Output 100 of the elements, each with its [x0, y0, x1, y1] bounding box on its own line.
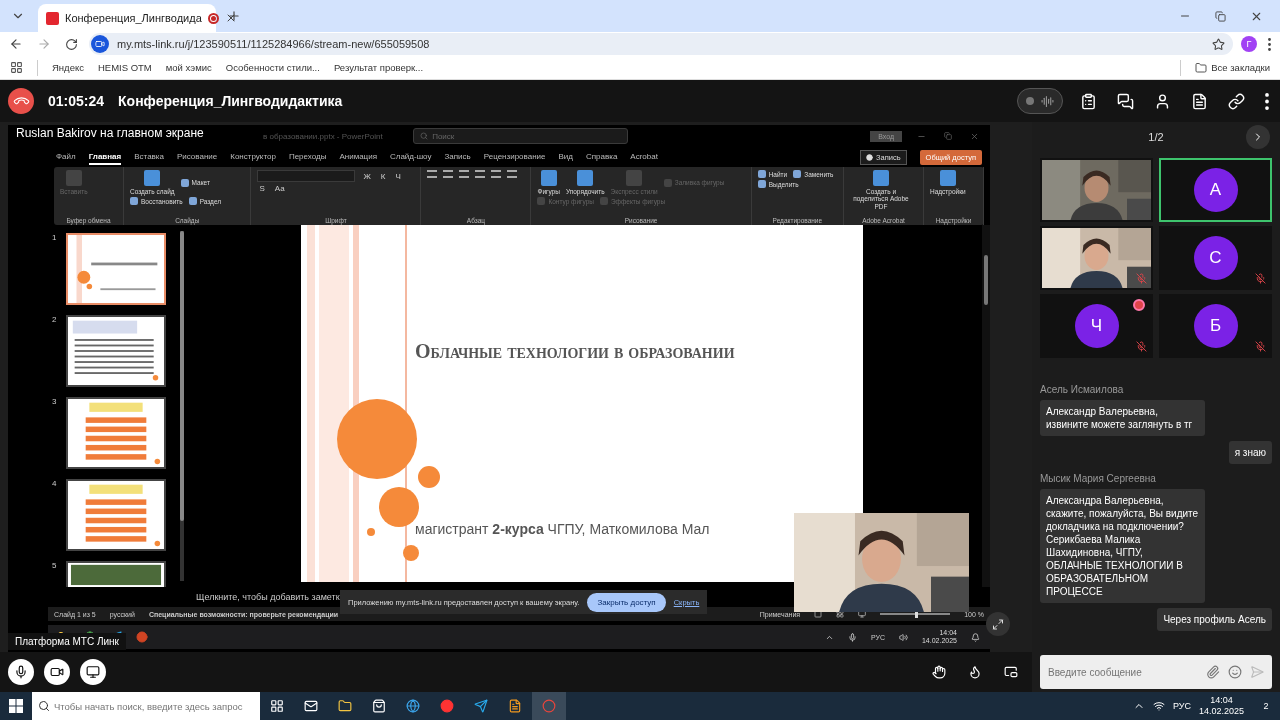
- clipboard-icon: [1080, 92, 1097, 110]
- message-field[interactable]: Введите сообщение: [1040, 655, 1272, 689]
- font-field[interactable]: [257, 170, 356, 182]
- tool-icon: [577, 170, 594, 186]
- participant-tile[interactable]: Ч: [1040, 294, 1153, 358]
- participant-avatar: А: [1193, 168, 1238, 212]
- bookmark-link[interactable]: Особенности стили...: [225, 62, 320, 73]
- bookmark-link[interactable]: Результат проверк...: [333, 62, 424, 73]
- more-icon: [1265, 92, 1269, 110]
- search-input[interactable]: Чтобы начать поиск, введите здесь запрос: [54, 700, 256, 712]
- camera-button[interactable]: [44, 659, 70, 685]
- slide-number: 1: [52, 233, 58, 242]
- url-text: my.mts-link.ru/j/123590511/1125284966/stream-new/655059508: [117, 38, 430, 50]
- search-icon: [38, 700, 50, 712]
- send-icon: [1250, 665, 1264, 679]
- circle-icon: [542, 699, 556, 713]
- expand-icon: [992, 617, 1004, 631]
- chat-message: я знаю: [1228, 441, 1272, 464]
- record-icon: [866, 153, 873, 161]
- paperclip-icon: [1206, 665, 1220, 679]
- tool-icon: [65, 170, 82, 186]
- format-button[interactable]: К: [378, 170, 388, 182]
- screen-share-button[interactable]: [80, 659, 106, 685]
- format-button[interactable]: Ж: [361, 170, 373, 182]
- address-bar[interactable]: my.mts-link.ru/j/123590511/1125284966/stream-new/655059508: [89, 33, 1233, 55]
- slide-number: 3: [52, 397, 58, 406]
- toggle-knob: [1026, 97, 1035, 105]
- bookmark-link[interactable]: мой хэмис: [165, 62, 212, 73]
- paragraph-icon: [507, 170, 518, 178]
- ribbon-tab[interactable]: Слайд-шоу: [389, 149, 432, 165]
- presenter-label: Ruslan Bakirov на главном экране: [16, 126, 204, 140]
- ribbon-tab[interactable]: Переходы: [288, 149, 327, 165]
- tooltip: Платформа МТС Линк: [8, 633, 126, 650]
- all-bookmarks-link[interactable]: Все закладки: [1211, 62, 1270, 73]
- paragraph-icon: [443, 170, 454, 178]
- emoji-button[interactable]: [1228, 665, 1242, 679]
- normal-view-icon: [814, 610, 823, 618]
- tool-icon: [663, 178, 672, 187]
- star-icon: [1212, 37, 1225, 51]
- participant-avatar: Ч: [1074, 304, 1119, 348]
- bookmark-star-button[interactable]: [1212, 37, 1225, 51]
- ribbon-tab[interactable]: Рецензирование: [483, 149, 546, 165]
- ribbon-tab[interactable]: Acrobat: [630, 149, 658, 165]
- tab-title: Конференция_Лингводида: [65, 12, 202, 24]
- tool-icon: [180, 178, 189, 187]
- hang-up-button[interactable]: [8, 88, 34, 114]
- bookmark-link[interactable]: HEMIS OTM: [97, 62, 152, 73]
- document-icon: [1191, 92, 1208, 110]
- stop-sharing-button[interactable]: Закрыть доступ: [587, 592, 666, 612]
- expand-button[interactable]: [986, 612, 1010, 636]
- ribbon-tab[interactable]: Вставка: [134, 149, 164, 165]
- paragraph-icon: [459, 170, 470, 178]
- paper-plane-icon: [474, 699, 488, 713]
- chat-message: Александра Валерьевна, скажите, пожалуйста, Вы видите докладчика на подключении? Серикбаева Малика Шахидиновна, ЧГПУ, ОБЛАЧНЫЕ ТЕХНОЛОГИИ В ОБРАЗОВАТЕЛЬНОМ ПРОЦЕССЕ: [1040, 489, 1205, 603]
- format-button[interactable]: Aa: [272, 184, 287, 193]
- profile-avatar[interactable]: Г: [1241, 36, 1257, 52]
- notification-button[interactable]: 2: [1252, 692, 1280, 720]
- ribbon-tab[interactable]: Главная: [88, 149, 122, 165]
- format-button[interactable]: Ч: [393, 170, 403, 182]
- meeting-title: Конференция_Лингводидактика: [118, 93, 343, 109]
- ribbon-tab[interactable]: Вид: [558, 149, 573, 165]
- task-view-icon: [270, 699, 284, 713]
- ribbon-tab[interactable]: Справка: [585, 149, 618, 165]
- keyboard-language: РУС: [1172, 701, 1191, 711]
- picture-in-picture-icon: [1004, 664, 1018, 680]
- ribbon-tab[interactable]: Анимация: [339, 149, 377, 165]
- camera-icon: [91, 35, 109, 53]
- ribbon-tab[interactable]: Конструктор: [230, 149, 276, 165]
- plus-icon: [227, 9, 241, 23]
- sorter-view-icon: [836, 610, 845, 618]
- hand-icon: [932, 664, 946, 680]
- notes-field[interactable]: Щелкните, чтобы добавить заметк: [196, 592, 340, 602]
- clock-time: 14:04: [1210, 694, 1233, 706]
- ribbon-tab[interactable]: Файл: [56, 149, 76, 165]
- slide-number: 2: [52, 315, 58, 324]
- app-icon: [440, 699, 454, 713]
- ribbon-tab[interactable]: Запись: [444, 149, 471, 165]
- microphone-button[interactable]: [8, 659, 34, 685]
- ribbon-tab[interactable]: Рисование: [176, 149, 218, 165]
- taskbar-search-field[interactable]: Чтобы начать поиск, введите здесь запрос: [32, 692, 260, 720]
- tool-icon: [537, 197, 546, 206]
- message-input[interactable]: Введите сообщение: [1048, 666, 1198, 678]
- participant-tile[interactable]: С: [1159, 226, 1272, 290]
- format-button[interactable]: S: [257, 184, 267, 193]
- chat-message: Александр Валерьевна, извините можете заглянуть в тг: [1040, 400, 1205, 436]
- next-page-button[interactable]: [1246, 125, 1270, 149]
- scrollbar[interactable]: [180, 231, 184, 581]
- window-title: в образовании.pptx - PowerPoint: [263, 131, 383, 141]
- scrollbar[interactable]: [982, 225, 990, 587]
- bookmark-link[interactable]: Яндекс: [52, 62, 84, 73]
- notification-icon: [971, 632, 980, 642]
- attach-button[interactable]: [1206, 665, 1220, 679]
- tool-icon: [144, 170, 161, 186]
- participant-tile[interactable]: Б: [1159, 294, 1272, 358]
- participant-tile[interactable]: А: [1159, 158, 1272, 222]
- noise-toggle[interactable]: [1017, 88, 1063, 114]
- camera-icon: [50, 665, 64, 679]
- search-placeholder: Поиск: [432, 131, 455, 141]
- paragraph-icon: [427, 170, 438, 178]
- reload-icon: [65, 37, 78, 51]
